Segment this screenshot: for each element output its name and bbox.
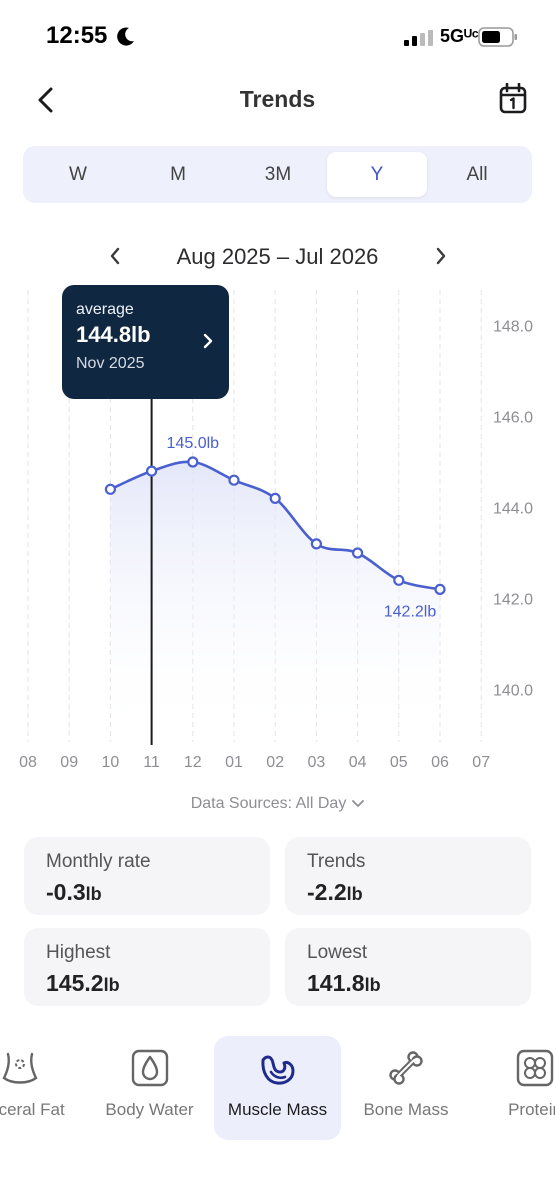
moon-icon — [117, 27, 134, 46]
metric-label: Bone Mass — [363, 1100, 449, 1119]
stat-card-highest: Highest 145.2lb — [24, 928, 270, 1006]
y-tick-label: 144.0 — [493, 501, 533, 518]
x-tick-label: 04 — [349, 754, 367, 771]
y-tick-label: 146.0 — [493, 410, 533, 427]
data-point — [269, 492, 281, 504]
date-range-label: Aug 2025 – Jul 2026 — [176, 244, 379, 269]
stat-label: Trends — [307, 851, 366, 872]
stat-card-monthly-rate: Monthly rate -0.3lb — [24, 837, 270, 915]
data-point — [104, 483, 117, 495]
stat-label: Monthly rate — [46, 851, 151, 872]
period-selector: W M 3M Y All — [23, 146, 532, 203]
stat-label: Lowest — [307, 942, 368, 963]
tooltip-date: Nov 2025 — [76, 355, 145, 372]
stat-card-trends: Trends -2.2lb — [285, 837, 531, 915]
x-tick-label: 06 — [431, 754, 449, 771]
metric-label: Muscle Mass — [227, 1100, 328, 1119]
tab-month[interactable]: M — [128, 152, 228, 197]
stat-value: 141.8lb — [307, 970, 381, 996]
visceral-fat-icon — [0, 1048, 40, 1088]
tab-year[interactable]: Y — [327, 152, 427, 197]
next-range-button[interactable] — [426, 241, 456, 271]
data-point — [146, 465, 158, 477]
calendar-button[interactable] — [494, 80, 532, 118]
status-time: 12:55 — [46, 22, 108, 49]
calendar-icon — [499, 83, 527, 114]
chevron-right-icon — [203, 333, 213, 349]
x-tick-label: 08 — [19, 754, 37, 771]
bone-mass-icon — [386, 1048, 426, 1088]
stat-value: 145.2lb — [46, 970, 120, 996]
y-tick-label: 142.0 — [493, 592, 533, 609]
tooltip-value: 144.8lb — [76, 322, 151, 347]
metric-label: Body Water — [105, 1100, 194, 1119]
chart-tooltip[interactable]: average 144.8lb Nov 2025 — [62, 285, 229, 399]
x-tick-label: 12 — [184, 754, 202, 771]
metric-label: Protein — [508, 1100, 555, 1119]
body-water-icon — [130, 1048, 170, 1088]
stat-value: -2.2lb — [307, 879, 363, 905]
metric-visceral-fat[interactable]: Visceral Fat — [0, 1036, 90, 1140]
data-label: 142.2lb — [384, 603, 437, 620]
data-sources-label: Data Sources: All Day — [190, 795, 347, 812]
stat-label: Highest — [46, 942, 111, 963]
x-tick-label: 10 — [102, 754, 120, 771]
data-sources-dropdown[interactable]: Data Sources: All Day — [0, 795, 555, 813]
x-tick-label: 11 — [143, 754, 160, 771]
tab-all[interactable]: All — [427, 152, 527, 197]
x-tick-label: 09 — [60, 754, 78, 771]
x-tick-label: 02 — [266, 754, 284, 771]
data-point — [352, 547, 364, 559]
data-point — [393, 574, 405, 586]
battery-icon — [478, 27, 517, 47]
metric-protein[interactable]: Protein — [490, 1036, 555, 1140]
protein-icon — [515, 1048, 555, 1088]
tooltip-kind: average — [76, 301, 134, 318]
chevron-down-icon — [352, 799, 365, 807]
x-tick-label: 05 — [390, 754, 408, 771]
data-point — [310, 538, 322, 550]
tab-week[interactable]: W — [28, 152, 128, 197]
y-tick-label: 140.0 — [493, 683, 533, 700]
x-tick-label: 03 — [308, 754, 326, 771]
stat-value: -0.3lb — [46, 879, 102, 905]
data-point — [434, 583, 446, 595]
data-point — [228, 474, 240, 486]
muscle-mass-icon — [258, 1048, 298, 1088]
metric-nav: Visceral Fat Body Water Muscle Mass — [0, 1030, 555, 1145]
data-point — [187, 456, 199, 468]
metric-body-water[interactable]: Body Water — [92, 1036, 207, 1140]
signal-icon — [404, 30, 433, 46]
network-label: 5Gᵁᶜ — [440, 26, 479, 46]
stat-card-lowest: Lowest 141.8lb — [285, 928, 531, 1006]
chevron-right-icon — [436, 247, 446, 265]
metric-muscle-mass[interactable]: Muscle Mass — [214, 1036, 341, 1140]
data-label: 145.0lb — [167, 435, 220, 452]
x-tick-label: 07 — [472, 754, 490, 771]
tab-3-months[interactable]: 3M — [228, 152, 328, 197]
metric-bone-mass[interactable]: Bone Mass — [350, 1036, 462, 1140]
x-tick-label: 01 — [225, 754, 243, 771]
metric-label: Visceral Fat — [0, 1100, 65, 1119]
status-bar: 12:55 5Gᵁᶜ — [0, 0, 555, 70]
page-title: Trends — [239, 86, 316, 112]
y-tick-label: 148.0 — [493, 319, 533, 336]
